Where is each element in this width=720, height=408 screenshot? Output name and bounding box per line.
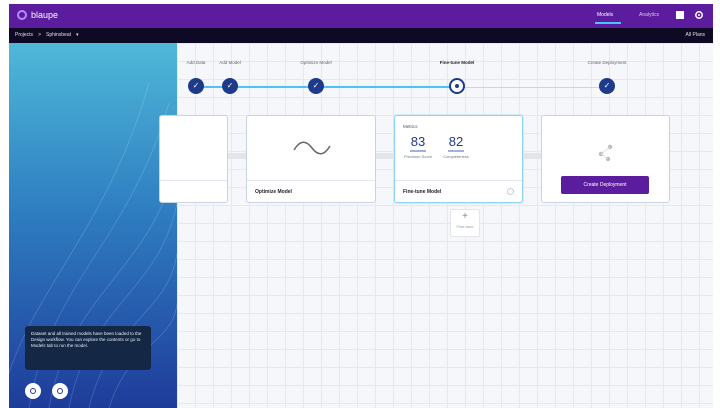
refresh-round-button[interactable]	[52, 383, 68, 399]
metric-label: Precision Score	[403, 154, 432, 159]
add-node-label: Fine-tune	[456, 224, 474, 229]
add-fine-tune-node[interactable]: + Fine-tune	[450, 209, 480, 237]
blaupe-logo-icon	[17, 10, 27, 20]
logo[interactable]: blaupe	[17, 10, 58, 20]
info-tooltip: Dataset and all trained models have been…	[25, 326, 151, 370]
active-tab-indicator	[595, 22, 621, 24]
top-bar: blaupe Models Analytics	[9, 4, 713, 28]
metric-label: Completeness	[443, 154, 469, 159]
refresh-icon	[57, 388, 63, 394]
step-label: Create Deployment	[587, 60, 627, 65]
check-icon: ✓	[308, 78, 324, 94]
card-options-icon[interactable]	[507, 188, 514, 195]
connector	[228, 153, 246, 159]
sub-bar: Projects > Sphinxbeat ▾ All Plans	[9, 28, 713, 43]
step-label: Optimize Model	[300, 60, 332, 65]
help-icon[interactable]	[675, 10, 685, 20]
gear-icon	[30, 388, 36, 394]
create-deployment-button[interactable]: Create Deployment	[561, 176, 649, 194]
breadcrumb-separator: >	[38, 32, 41, 38]
check-icon: ✓	[222, 78, 238, 94]
card-fine-tune-model[interactable]: Metrics 83 Precision Score 82 Completene…	[394, 115, 523, 203]
step-add-model[interactable]: Add Model ✓	[190, 60, 270, 94]
metric-precision: 83 Precision Score	[403, 134, 433, 159]
step-fine-tune-model[interactable]: Fine-tune Model	[417, 60, 497, 94]
app-name: blaupe	[31, 10, 59, 20]
chevron-down-icon[interactable]: ▾	[76, 32, 79, 38]
step-create-deployment[interactable]: Create Deployment ✓	[567, 60, 647, 94]
breadcrumb-projects[interactable]: Projects	[15, 32, 33, 38]
connector	[376, 153, 394, 159]
workflow-canvas[interactable]	[177, 43, 713, 408]
gear-icon[interactable]	[694, 10, 704, 20]
step-label: Fine-tune Model	[439, 60, 475, 65]
card-title: Fine-tune Model	[395, 180, 522, 202]
check-icon: ✓	[599, 78, 615, 94]
sine-wave-icon	[293, 141, 331, 155]
connector	[523, 153, 541, 159]
breadcrumb-project[interactable]: Sphinxbeat	[46, 32, 71, 38]
card-footer	[160, 180, 227, 202]
step-label: Add Model	[219, 60, 241, 65]
metric-value: 82	[448, 134, 464, 149]
app-window: blaupe Models Analytics Projects > Sphin…	[9, 4, 713, 408]
metric-bar	[448, 150, 464, 152]
metric-bar	[410, 150, 426, 152]
step-optimize-model[interactable]: Optimize Model ✓	[276, 60, 356, 94]
deploy-nodes-icon	[598, 144, 613, 162]
current-step-indicator	[449, 78, 465, 94]
card-create-deployment[interactable]: Create Deployment	[541, 115, 670, 203]
metric-value: 83	[410, 134, 426, 149]
tab-analytics[interactable]: Analytics	[639, 12, 659, 18]
metric-completeness: 82 Completeness	[441, 134, 471, 159]
sidebar: Dataset and all trained models have been…	[9, 43, 177, 408]
tab-models[interactable]: Models	[597, 12, 613, 18]
metrics-heading: Metrics	[403, 124, 418, 129]
card-optimize-model[interactable]: Optimize Model	[246, 115, 376, 203]
plans-link[interactable]: All Plans	[686, 32, 705, 38]
plus-icon: +	[462, 211, 468, 222]
settings-round-button[interactable]	[25, 383, 41, 399]
card-previous-partial[interactable]	[159, 115, 228, 203]
card-title: Optimize Model	[247, 180, 375, 202]
breadcrumb: Projects > Sphinxbeat ▾	[15, 32, 79, 38]
